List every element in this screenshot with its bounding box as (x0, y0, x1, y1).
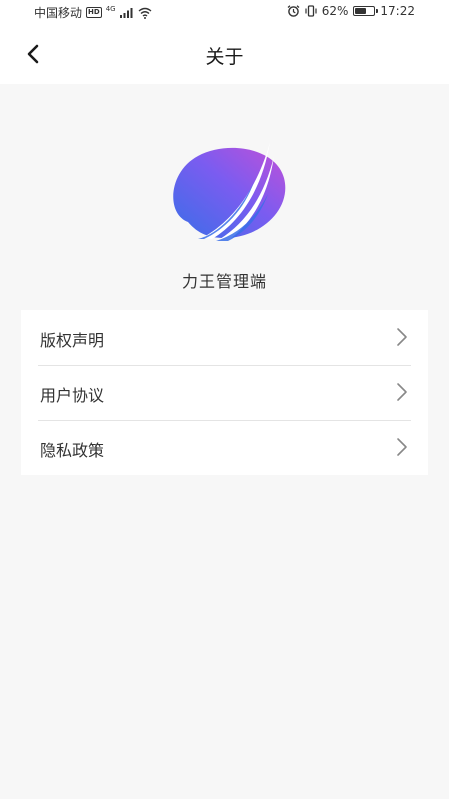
app-logo-icon (162, 142, 286, 241)
app-logo (158, 142, 290, 242)
vibrate-icon (305, 5, 317, 17)
status-bar: 中国移动 HD 4G 62% 17:22 (0, 0, 449, 24)
status-left: 中国移动 HD 4G (34, 4, 152, 21)
menu-item-label: 版权声明 (40, 331, 105, 350)
chevron-right-icon (397, 383, 407, 401)
battery-percent: 62% (321, 4, 349, 18)
menu-item-copyright[interactable]: 版权声明 (21, 310, 428, 365)
status-right: 62% 17:22 (287, 4, 415, 18)
wifi-icon (138, 7, 152, 19)
app-name: 力王管理端 (181, 272, 267, 291)
chevron-right-icon (397, 328, 407, 346)
battery-icon (353, 6, 379, 16)
hd-badge: HD (86, 7, 102, 18)
signal-icon (119, 7, 133, 18)
menu-item-privacy-policy[interactable]: 隐私政策 (21, 420, 428, 475)
header-bar: 关于 (0, 24, 449, 84)
chevron-right-icon (397, 438, 407, 456)
carrier-label: 中国移动 (34, 6, 83, 20)
menu-item-user-agreement[interactable]: 用户协议 (21, 365, 428, 420)
about-screen: 中国移动 HD 4G 62% 17:22 关于 力王管理端 版权声明 用户协议 … (0, 0, 449, 799)
page-title: 关于 (205, 46, 244, 68)
clock: 17:22 (380, 4, 415, 18)
battery-fill (355, 8, 367, 14)
about-menu: 版权声明 用户协议 隐私政策 (21, 310, 428, 475)
network-label: 4G (105, 4, 116, 13)
alarm-icon (287, 5, 300, 17)
menu-item-label: 隐私政策 (40, 441, 105, 460)
menu-item-label: 用户协议 (40, 386, 105, 405)
